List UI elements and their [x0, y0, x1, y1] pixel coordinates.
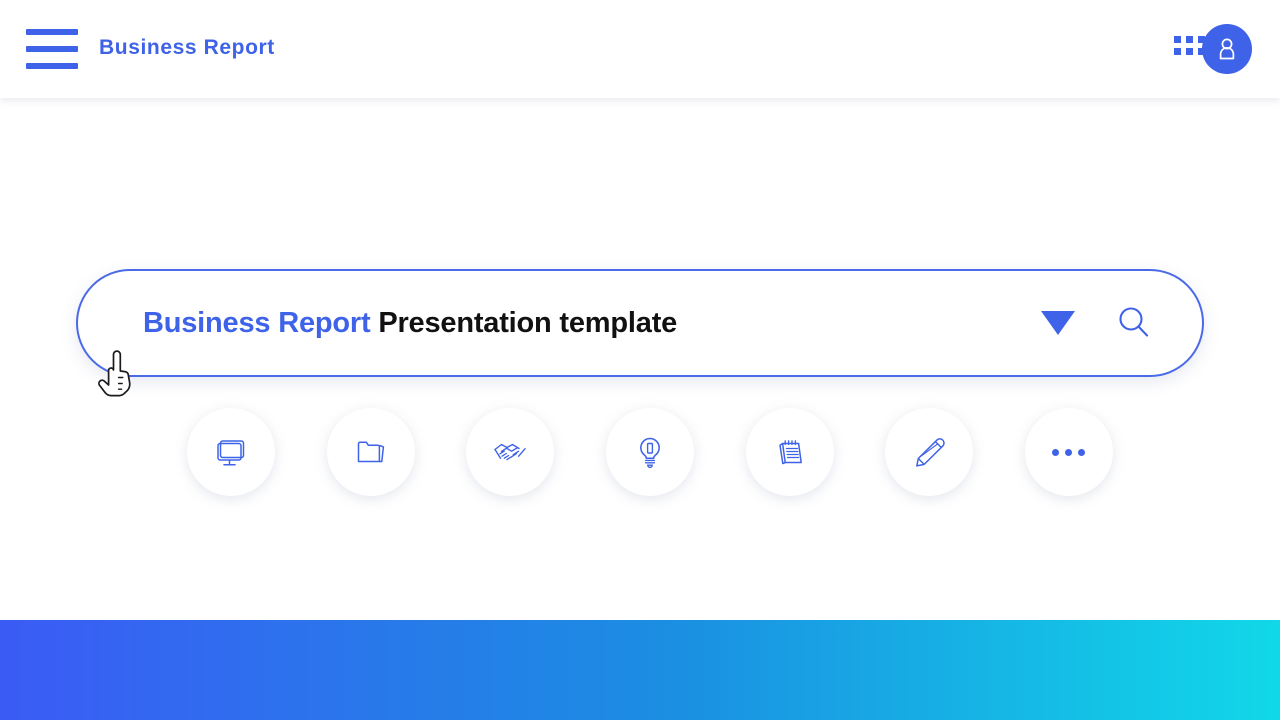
search-icon[interactable]: [1114, 303, 1154, 343]
grid-square: [1186, 48, 1193, 55]
grid-square: [1174, 48, 1181, 55]
quick-action-folder[interactable]: [326, 408, 415, 496]
search-value: Business Report Presentation template: [143, 307, 677, 340]
dot: [1065, 448, 1073, 456]
hamburger-bar: [26, 29, 78, 35]
quick-action-notepad[interactable]: [745, 408, 834, 496]
avatar[interactable]: [1202, 24, 1252, 74]
hamburger-bar: [26, 46, 78, 52]
notepad-icon: [778, 440, 802, 465]
dot: [1052, 448, 1060, 456]
hamburger-menu-icon[interactable]: [26, 29, 78, 69]
handshake-icon: [494, 443, 527, 461]
apps-grid-icon[interactable]: [1174, 36, 1205, 55]
gradient-footer-bar: [0, 620, 1280, 720]
folder-icon: [357, 441, 384, 463]
dot: [1078, 448, 1086, 456]
quick-actions-row: [187, 408, 1113, 496]
page-root: Business Report Business Report Presenta…: [0, 0, 1280, 720]
search-value-rest: Presentation template: [378, 306, 678, 339]
search-value-accent: Business Report: [143, 306, 371, 339]
search-bar[interactable]: Business Report Presentation template: [76, 269, 1204, 377]
lightbulb-icon: [640, 437, 660, 469]
quick-action-more[interactable]: [1024, 408, 1113, 496]
app-header: Business Report: [0, 0, 1280, 98]
grid-square: [1174, 36, 1181, 43]
grid-square: [1186, 36, 1193, 43]
monitor-icon: [217, 440, 245, 466]
more-icon: [1052, 448, 1086, 456]
quick-action-handshake[interactable]: [466, 408, 555, 496]
page-title: Business Report: [99, 36, 275, 59]
pencil-icon: [916, 438, 946, 467]
user-icon: [1219, 38, 1235, 60]
chevron-down-icon[interactable]: [1041, 311, 1075, 335]
quick-action-lightbulb[interactable]: [605, 408, 694, 496]
quick-action-pencil[interactable]: [885, 408, 974, 496]
quick-action-monitor[interactable]: [187, 408, 275, 496]
hamburger-bar: [26, 63, 78, 69]
